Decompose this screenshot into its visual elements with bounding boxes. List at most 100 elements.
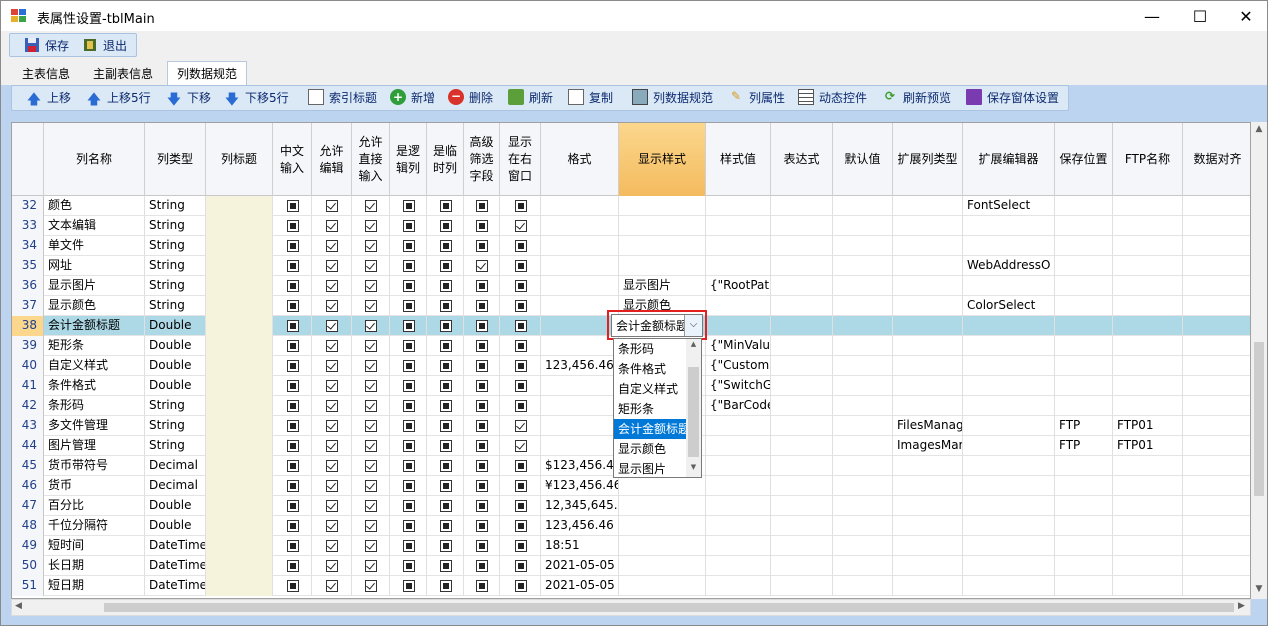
table-row[interactable]: 48 千位分隔符 Double 123,456.46	[12, 516, 1250, 536]
dropdown-option[interactable]: 会计金额标题	[614, 419, 686, 439]
checkbox-checked[interactable]	[326, 540, 338, 552]
checkbox-indeterminate[interactable]	[403, 480, 415, 492]
checkbox-cell[interactable]	[312, 556, 352, 576]
checkbox-cell[interactable]	[390, 576, 427, 596]
cell-column-type[interactable]: Decimal	[145, 456, 206, 476]
checkbox-checked[interactable]	[326, 220, 338, 232]
checkbox-indeterminate[interactable]	[476, 480, 488, 492]
cell-display-style[interactable]: 显示图片	[619, 276, 706, 296]
scroll-up-arrow-icon[interactable]: ▲	[1251, 124, 1267, 134]
cell-format[interactable]	[541, 276, 619, 296]
checkbox-indeterminate[interactable]	[515, 460, 527, 472]
checkbox-indeterminate[interactable]	[403, 360, 415, 372]
cell-expression[interactable]	[771, 196, 833, 216]
row-number[interactable]: 46	[12, 476, 44, 496]
save-button[interactable]: 保存	[24, 36, 69, 54]
checkbox-indeterminate[interactable]	[440, 280, 452, 292]
checkbox-cell[interactable]	[312, 236, 352, 256]
cell-ftp-name[interactable]	[1113, 216, 1183, 236]
checkbox-indeterminate[interactable]	[515, 400, 527, 412]
cell-column-name[interactable]: 网址	[44, 256, 145, 276]
checkbox-indeterminate[interactable]	[287, 260, 299, 272]
cell-save-location[interactable]	[1055, 376, 1113, 396]
cell-column-name[interactable]: 显示图片	[44, 276, 145, 296]
cell-column-type[interactable]: String	[145, 196, 206, 216]
checkbox-cell[interactable]	[427, 516, 464, 536]
cell-expression[interactable]	[771, 456, 833, 476]
column-header[interactable]: 允许 直接 输入	[352, 123, 390, 196]
cell-ext-editor[interactable]	[963, 516, 1055, 536]
checkbox-checked[interactable]	[476, 260, 488, 272]
checkbox-indeterminate[interactable]	[440, 340, 452, 352]
checkbox-indeterminate[interactable]	[476, 440, 488, 452]
checkbox-cell[interactable]	[427, 556, 464, 576]
cell-save-location[interactable]: FTP	[1055, 436, 1113, 456]
row-number[interactable]: 40	[12, 356, 44, 376]
checkbox-indeterminate[interactable]	[287, 340, 299, 352]
cell-column-title[interactable]	[206, 316, 273, 336]
checkbox-cell[interactable]	[273, 376, 312, 396]
row-number[interactable]: 38	[12, 316, 44, 336]
cell-data-align[interactable]	[1183, 356, 1250, 376]
checkbox-cell[interactable]	[500, 556, 541, 576]
cell-column-name[interactable]: 长日期	[44, 556, 145, 576]
checkbox-cell[interactable]	[312, 436, 352, 456]
checkbox-cell[interactable]	[500, 496, 541, 516]
checkbox-cell[interactable]	[352, 496, 390, 516]
horizontal-scrollbar[interactable]: ◀ ▶	[11, 599, 1251, 616]
checkbox-cell[interactable]	[427, 576, 464, 596]
checkbox-cell[interactable]	[352, 356, 390, 376]
move-down-button[interactable]: 🡇 下移	[166, 88, 211, 109]
cell-ftp-name[interactable]	[1113, 236, 1183, 256]
cell-format[interactable]	[541, 436, 619, 456]
cell-style-value[interactable]	[706, 456, 771, 476]
cell-format[interactable]	[541, 196, 619, 216]
row-number[interactable]: 49	[12, 536, 44, 556]
cell-style-value[interactable]	[706, 316, 771, 336]
cell-ext-column-type[interactable]	[893, 516, 963, 536]
checkbox-checked[interactable]	[365, 240, 377, 252]
checkbox-cell[interactable]	[464, 576, 500, 596]
cell-ext-column-type[interactable]	[893, 496, 963, 516]
checkbox-checked[interactable]	[365, 460, 377, 472]
cell-ext-editor[interactable]	[963, 356, 1055, 376]
checkbox-cell[interactable]	[273, 476, 312, 496]
checkbox-indeterminate[interactable]	[287, 300, 299, 312]
refresh-preview-button[interactable]: ⟳ 刷新预览	[882, 88, 951, 106]
cell-column-name[interactable]: 百分比	[44, 496, 145, 516]
cell-ext-column-type[interactable]	[893, 356, 963, 376]
cell-data-align[interactable]	[1183, 536, 1250, 556]
cell-save-location[interactable]	[1055, 296, 1113, 316]
checkbox-indeterminate[interactable]	[403, 460, 415, 472]
column-header[interactable]: 是临 时列	[427, 123, 464, 196]
cell-column-title[interactable]	[206, 336, 273, 356]
checkbox-cell[interactable]	[390, 536, 427, 556]
table-row[interactable]: 32 颜色 String FontSelect	[12, 196, 1250, 216]
checkbox-indeterminate[interactable]	[403, 400, 415, 412]
cell-ext-editor[interactable]	[963, 556, 1055, 576]
checkbox-indeterminate[interactable]	[515, 280, 527, 292]
cell-column-name[interactable]: 颜色	[44, 196, 145, 216]
cell-expression[interactable]	[771, 576, 833, 596]
cell-ext-editor[interactable]	[963, 536, 1055, 556]
checkbox-cell[interactable]	[464, 376, 500, 396]
checkbox-cell[interactable]	[352, 536, 390, 556]
checkbox-cell[interactable]	[273, 396, 312, 416]
checkbox-cell[interactable]	[312, 396, 352, 416]
checkbox-indeterminate[interactable]	[476, 560, 488, 572]
cell-default-value[interactable]	[833, 276, 893, 296]
row-number[interactable]: 45	[12, 456, 44, 476]
cell-save-location[interactable]	[1055, 456, 1113, 476]
checkbox-cell[interactable]	[500, 516, 541, 536]
checkbox-cell[interactable]	[464, 256, 500, 276]
checkbox-cell[interactable]	[464, 216, 500, 236]
table-row[interactable]: 35 网址 String WebAddressO	[12, 256, 1250, 276]
checkbox-cell[interactable]	[312, 216, 352, 236]
checkbox-cell[interactable]	[312, 316, 352, 336]
cell-format[interactable]	[541, 256, 619, 276]
checkbox-cell[interactable]	[464, 416, 500, 436]
cell-data-align[interactable]	[1183, 456, 1250, 476]
column-header[interactable]: 默认值	[833, 123, 893, 196]
checkbox-cell[interactable]	[390, 296, 427, 316]
checkbox-cell[interactable]	[273, 556, 312, 576]
